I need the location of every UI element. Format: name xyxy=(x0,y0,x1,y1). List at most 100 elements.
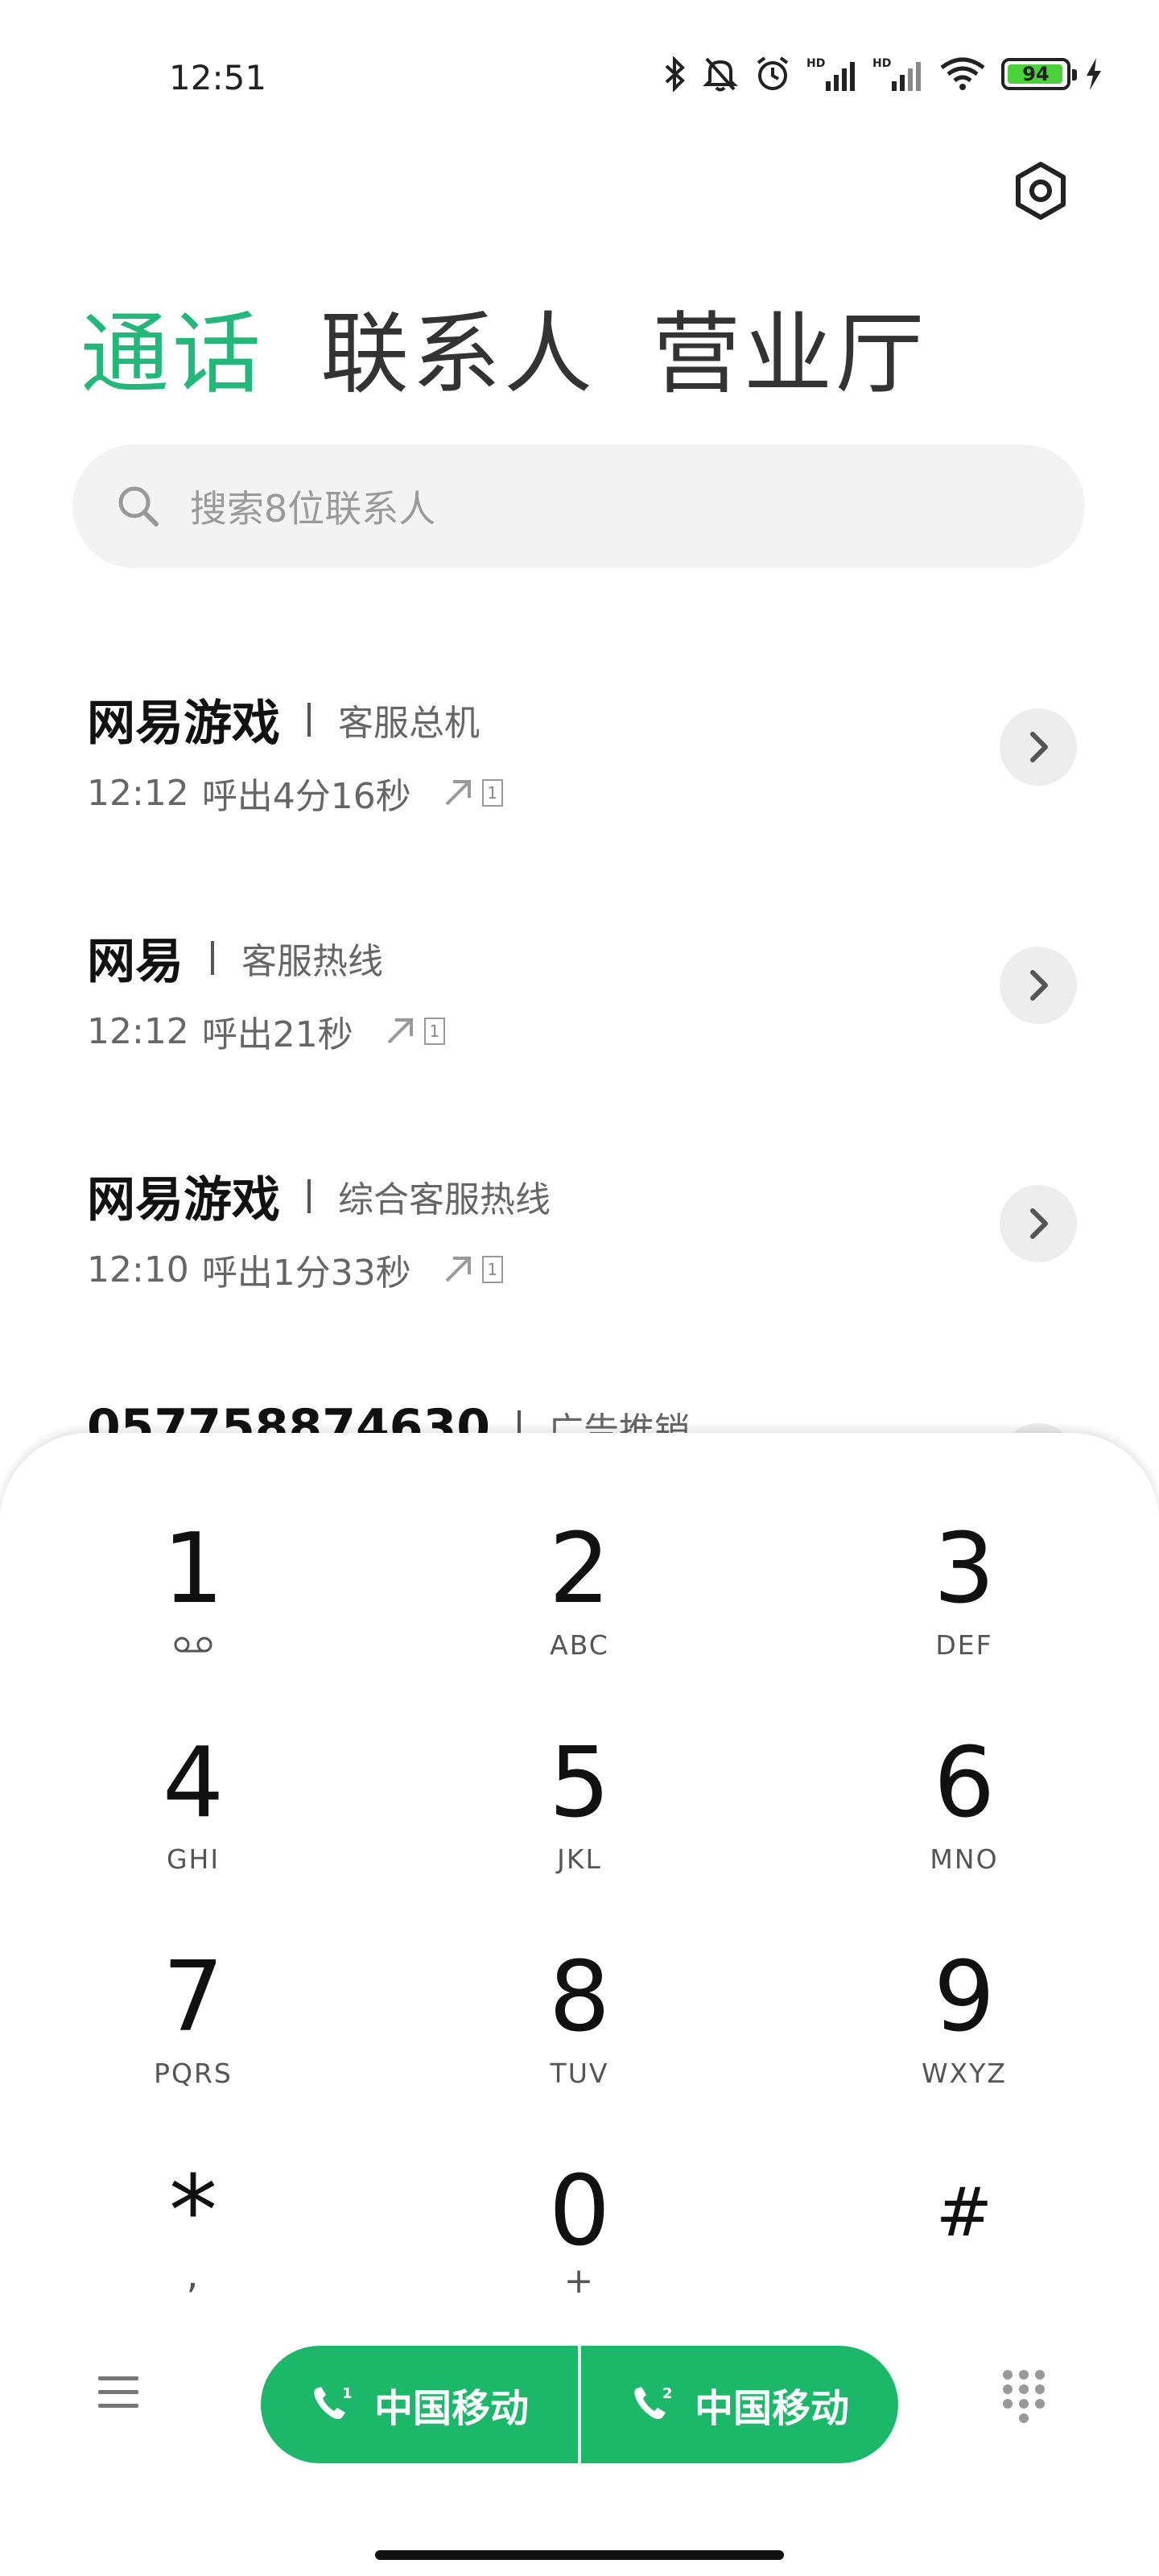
search-placeholder: 搜索8位联系人 xyxy=(190,487,436,530)
dial-key-star[interactable]: * , xyxy=(72,2156,314,2333)
key-digit: * xyxy=(169,2156,217,2268)
dial-key-7[interactable]: 7 PQRS xyxy=(72,1942,314,2119)
phone-sim1-icon: 1 xyxy=(314,2385,353,2419)
status-time: 12:51 xyxy=(169,58,267,97)
key-digit: # xyxy=(935,2173,993,2252)
key-letters: , xyxy=(186,2252,200,2297)
search-input[interactable]: 搜索8位联系人 xyxy=(72,444,1085,568)
tab-service-hall[interactable]: 营业厅 xyxy=(652,282,927,411)
chevron-right-icon xyxy=(1030,970,1048,1001)
chevron-right-icon xyxy=(1030,732,1048,762)
key-letters: ABC xyxy=(550,1629,609,1661)
key-digit: 8 xyxy=(548,1942,611,2054)
svg-text:HD: HD xyxy=(872,57,891,70)
call-log-item[interactable]: 网易 客服热线 12:12 呼出21秒 1 xyxy=(87,923,1077,1059)
divider xyxy=(307,702,311,737)
sim-number: 2 xyxy=(662,2385,673,2402)
key-letters: TUV xyxy=(550,2058,609,2089)
dial-key-0[interactable]: 0 + xyxy=(459,2156,700,2333)
sim1-label: 中国移动 xyxy=(373,2386,529,2431)
home-indicator[interactable] xyxy=(375,2550,784,2560)
call-log-item[interactable]: 网易游戏 客服总机 12:12 呼出4分16秒 1 xyxy=(87,684,1077,821)
voicemail-icon xyxy=(174,1637,212,1653)
top-tabs: 通话 联系人 营业厅 xyxy=(80,282,927,411)
settings-button[interactable] xyxy=(1011,161,1070,221)
call-detail: 呼出1分33秒 xyxy=(201,1253,411,1294)
divider xyxy=(307,1179,311,1213)
status-icons: HD HD 94 xyxy=(663,55,1103,93)
dialpad-icon xyxy=(1003,2370,1045,2423)
sim-badge: 1 xyxy=(481,779,503,807)
phone-sim2-icon: 2 xyxy=(634,2385,673,2419)
call-time: 12:12 xyxy=(87,772,189,814)
key-letters: GHI xyxy=(166,1843,221,1875)
svg-text:HD: HD xyxy=(806,57,825,70)
dial-key-8[interactable]: 8 TUV xyxy=(459,1942,700,2119)
chevron-right-icon xyxy=(1030,1208,1048,1239)
key-letters: MNO xyxy=(930,1843,999,1875)
call-time: 12:12 xyxy=(87,1010,189,1052)
search-icon xyxy=(118,486,159,526)
key-digit: 9 xyxy=(933,1942,996,2054)
call-detail-button[interactable] xyxy=(1000,708,1077,786)
caller-tag: 客服总机 xyxy=(338,702,480,744)
key-digit: 5 xyxy=(548,1728,611,1839)
key-letters: + xyxy=(563,2260,596,2301)
alarm-icon xyxy=(757,56,789,90)
key-letters: PQRS xyxy=(154,2058,233,2089)
hd-signal-icon: HD xyxy=(806,57,855,91)
dial-key-1[interactable]: 1 xyxy=(72,1513,314,1690)
hd-signal-icon: HD xyxy=(872,57,921,91)
call-log-item[interactable]: 网易游戏 综合客服热线 12:10 呼出1分33秒 1 xyxy=(87,1161,1077,1298)
dial-key-5[interactable]: 5 JKL xyxy=(459,1728,700,1905)
dial-key-hash[interactable]: # xyxy=(843,2156,1085,2333)
bluetooth-icon xyxy=(665,56,685,92)
call-sim1-button[interactable]: 1 中国移动 xyxy=(261,2346,578,2463)
dial-key-9[interactable]: 9 WXYZ xyxy=(843,1942,1085,2119)
key-digit: 0 xyxy=(548,2156,611,2268)
dial-key-6[interactable]: 6 MNO xyxy=(843,1728,1085,1905)
key-digit: 6 xyxy=(933,1728,996,1839)
caller-name: 网易 xyxy=(87,934,184,990)
menu-button[interactable] xyxy=(95,2368,143,2417)
key-digit: 2 xyxy=(548,1513,611,1625)
key-letters: DEF xyxy=(935,1629,993,1661)
mute-bell-icon xyxy=(703,57,738,92)
charging-icon xyxy=(1087,58,1101,90)
caller-name: 网易游戏 xyxy=(87,696,280,752)
battery-level: 94 xyxy=(1022,63,1050,85)
dial-key-3[interactable]: 3 DEF xyxy=(843,1513,1085,1690)
outgoing-call-icon xyxy=(445,1257,471,1282)
dialpad-toggle-button[interactable] xyxy=(1000,2367,1048,2428)
call-buttons: 1 中国移动 2 中国移动 xyxy=(261,2346,898,2463)
call-detail: 呼出4分16秒 xyxy=(201,776,411,817)
tab-contacts[interactable]: 联系人 xyxy=(320,282,596,411)
call-sim2-button[interactable]: 2 中国移动 xyxy=(581,2346,898,2463)
sim-number: 1 xyxy=(342,2385,353,2402)
key-digit: 7 xyxy=(162,1942,225,2054)
caller-name: 网易游戏 xyxy=(87,1172,280,1228)
caller-tag: 综合客服热线 xyxy=(338,1179,551,1220)
battery-icon: 94 xyxy=(1001,58,1077,90)
call-time: 12:10 xyxy=(87,1249,189,1290)
dial-key-4[interactable]: 4 GHI xyxy=(72,1728,314,1905)
sim-badge: 1 xyxy=(423,1018,445,1045)
menu-icon xyxy=(98,2376,138,2408)
key-digit: 3 xyxy=(933,1513,996,1625)
divider xyxy=(211,940,214,975)
outgoing-call-icon xyxy=(387,1018,413,1044)
key-letters: WXYZ xyxy=(921,2058,1007,2089)
bottom-action-bar: 1 中国移动 2 中国移动 xyxy=(0,2334,1159,2463)
wifi-icon xyxy=(940,57,985,90)
dial-key-2[interactable]: 2 ABC xyxy=(459,1513,700,1690)
caller-tag: 客服热线 xyxy=(241,940,383,982)
outgoing-call-icon xyxy=(445,780,471,806)
sim-badge: 1 xyxy=(481,1256,503,1283)
call-detail-button[interactable] xyxy=(1000,947,1077,1024)
key-digit: 1 xyxy=(162,1513,225,1625)
key-letters: JKL xyxy=(557,1843,602,1875)
tab-calls[interactable]: 通话 xyxy=(80,282,264,411)
call-detail: 呼出21秒 xyxy=(201,1014,353,1055)
call-detail-button[interactable] xyxy=(1000,1185,1077,1262)
settings-icon xyxy=(1016,162,1066,220)
